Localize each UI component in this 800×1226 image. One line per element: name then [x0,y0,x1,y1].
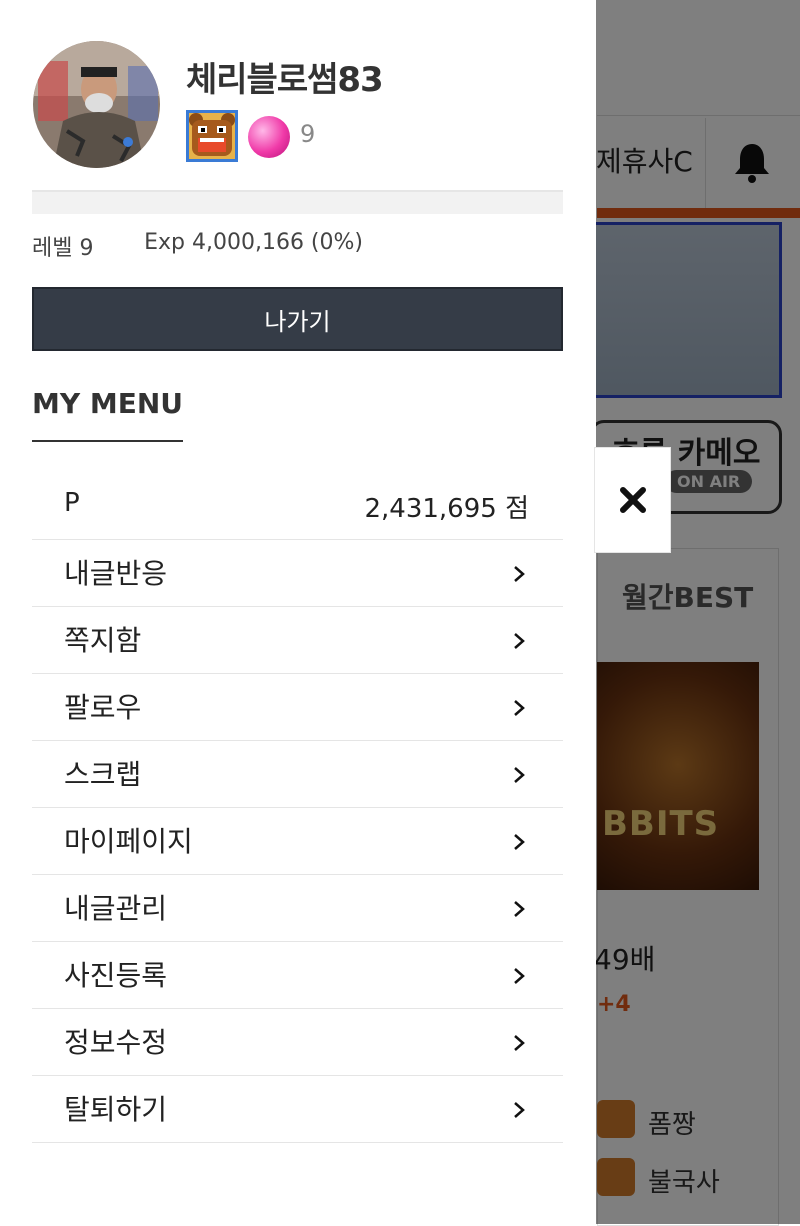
menu-item-label: 쪽지함 [64,624,142,657]
menu-item-label: 사진등록 [64,959,168,992]
chevron-right-icon [514,968,525,984]
menu-item[interactable]: 마이페이지 [32,808,563,875]
chevron-right-icon [514,633,525,649]
menu-item[interactable]: 내글반응 [32,540,563,607]
menu-item[interactable]: 탈퇴하기 [32,1076,563,1143]
exp-progress-bar [32,190,563,214]
chevron-right-icon [514,767,525,783]
menu-item[interactable]: 스크랩 [32,741,563,808]
chevron-right-icon [514,1102,525,1118]
level-label: 레벨 9 [32,236,94,261]
close-button[interactable] [595,448,670,552]
menu-item-label: 정보수정 [64,1026,168,1059]
menu-item-label: 내글반응 [64,557,168,590]
username: 체리블로썸83 [186,60,384,100]
avatar-photo [33,41,160,168]
logout-button[interactable]: 나가기 [32,287,563,351]
points-row: P 2,431,695 점 [32,472,563,540]
menu-item-label: 마이페이지 [64,825,193,858]
chevron-right-icon [514,700,525,716]
points-label: P [64,488,80,518]
menu-item-label: 팔로우 [64,691,142,724]
menu-item[interactable]: 정보수정 [32,1009,563,1076]
candy-count: 9 [300,120,316,148]
chevron-right-icon [514,901,525,917]
pink-candy-icon [248,116,290,158]
menu-item[interactable]: 팔로우 [32,674,563,741]
side-drawer: 체리블로썸83 9 레벨 9 Exp 4,000,166 (0%) 나가기 MY… [0,0,596,1224]
close-icon [619,487,646,513]
points-value: 2,431,695 점 [364,494,529,524]
chevron-right-icon [514,566,525,582]
menu-item[interactable]: 쪽지함 [32,607,563,674]
avatar[interactable] [33,41,160,168]
menu-item-label: 내글관리 [64,892,168,925]
menu-item-label: 스크랩 [64,758,142,791]
chevron-right-icon [514,834,525,850]
menu-item-label: 탈퇴하기 [64,1093,168,1126]
exp-label: Exp 4,000,166 (0%) [144,230,363,255]
chevron-right-icon [514,1035,525,1051]
menu-item[interactable]: 사진등록 [32,942,563,1009]
menu-item[interactable]: 내글관리 [32,875,563,942]
my-menu-title: MY MENU [32,387,184,442]
my-menu-list: 내글반응쪽지함팔로우스크랩마이페이지내글관리사진등록정보수정탈퇴하기 [32,540,563,1143]
bear-badge-icon [186,110,238,162]
